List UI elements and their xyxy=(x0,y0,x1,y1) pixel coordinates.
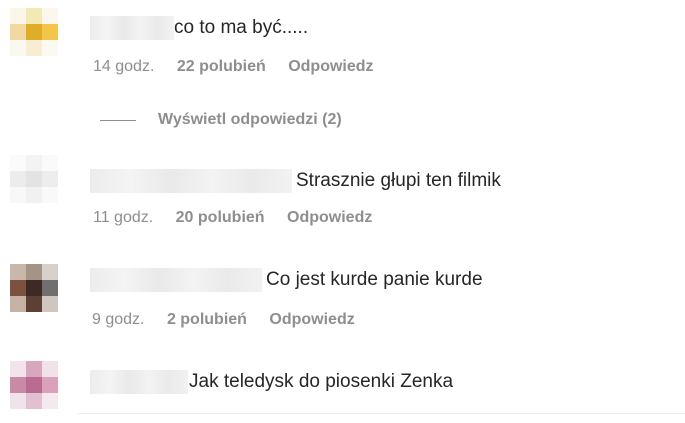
view-replies[interactable]: Wyświetl odpowiedzi (2) xyxy=(100,110,342,130)
avatar-pixel xyxy=(10,8,26,24)
avatar-pixel xyxy=(10,171,26,187)
avatar-pixel xyxy=(26,280,42,296)
comment-text: Jak teledysk do piosenki Zenka xyxy=(189,371,454,392)
avatar-pixel xyxy=(42,8,58,24)
reply-button[interactable]: Odpowiedz xyxy=(269,310,354,330)
avatar[interactable] xyxy=(10,264,58,312)
avatar[interactable] xyxy=(10,155,58,203)
avatar-pixel xyxy=(42,264,58,280)
reply-button[interactable]: Odpowiedz xyxy=(288,57,373,77)
likes-count[interactable]: 2 polubień xyxy=(167,310,247,330)
avatar[interactable] xyxy=(10,8,58,56)
reply-button[interactable]: Odpowiedz xyxy=(287,208,372,228)
avatar-pixel xyxy=(26,24,42,40)
likes-count[interactable]: 22 polubień xyxy=(177,57,266,77)
replies-divider-line xyxy=(100,119,136,121)
avatar-pixel xyxy=(10,187,26,203)
comment-time[interactable]: 11 godz. xyxy=(93,208,153,228)
avatar-pixel xyxy=(10,40,26,56)
avatar-pixel xyxy=(26,361,42,377)
comment-text: co to ma być..... xyxy=(174,17,309,38)
avatar-pixel xyxy=(26,171,42,187)
comment-time[interactable]: 9 godz. xyxy=(92,310,144,330)
username-redacted[interactable] xyxy=(90,370,188,394)
avatar-pixel xyxy=(10,377,26,393)
view-replies-button[interactable]: Wyświetl odpowiedzi (2) xyxy=(158,111,342,129)
avatar-pixel xyxy=(42,393,58,409)
username-redacted[interactable] xyxy=(90,268,262,292)
avatar-pixel xyxy=(26,8,42,24)
comment-meta: 14 godz. 22 polubień Odpowiedz xyxy=(93,57,392,77)
avatar-pixel xyxy=(10,296,26,312)
avatar-pixel xyxy=(42,40,58,56)
avatar-pixel xyxy=(42,171,58,187)
avatar-pixel xyxy=(10,361,26,377)
avatar-pixel xyxy=(42,24,58,40)
avatar-pixel xyxy=(26,264,42,280)
comment-time[interactable]: 14 godz. xyxy=(93,57,154,77)
avatar-pixel xyxy=(26,155,42,171)
avatar-pixel xyxy=(10,393,26,409)
avatar-pixel xyxy=(26,377,42,393)
avatar-pixel xyxy=(42,377,58,393)
avatar-pixel xyxy=(42,155,58,171)
comment-meta: 9 godz. 2 polubień Odpowiedz xyxy=(92,310,373,330)
username-redacted[interactable] xyxy=(90,169,292,193)
avatar-pixel xyxy=(10,264,26,280)
avatar-pixel xyxy=(26,40,42,56)
comment-meta: 11 godz. 20 polubień Odpowiedz xyxy=(93,208,390,228)
avatar-pixel xyxy=(10,280,26,296)
avatar-pixel xyxy=(26,393,42,409)
comment-text: Strasznie głupi ten filmik xyxy=(296,170,501,191)
avatar-pixel xyxy=(42,361,58,377)
avatar-pixel xyxy=(26,187,42,203)
avatar-pixel xyxy=(42,280,58,296)
avatar-pixel xyxy=(26,296,42,312)
avatar-pixel xyxy=(10,155,26,171)
comment-text: Co jest kurde panie kurde xyxy=(266,269,483,290)
avatar-pixel xyxy=(42,187,58,203)
avatar-pixel xyxy=(10,24,26,40)
avatar[interactable] xyxy=(10,361,58,409)
username-redacted[interactable] xyxy=(90,16,174,40)
likes-count[interactable]: 20 polubień xyxy=(176,208,265,228)
avatar-pixel xyxy=(42,296,58,312)
divider xyxy=(78,413,685,414)
